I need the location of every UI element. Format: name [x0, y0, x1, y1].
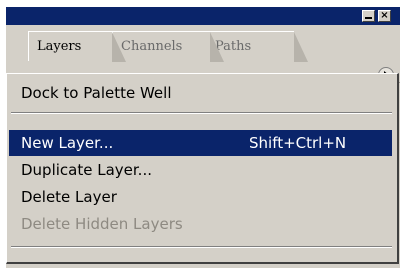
menu-item-label: Duplicate Layer...: [21, 161, 152, 179]
menu-item-new-layer[interactable]: New Layer... Shift+Ctrl+N: [9, 130, 392, 156]
menu-item-shortcut: Shift+Ctrl+N: [249, 134, 347, 152]
menu-separator: [11, 246, 392, 248]
menu-item-dock-to-palette-well[interactable]: Dock to Palette Well: [9, 80, 392, 106]
tab-channels-label: Channels: [121, 39, 183, 54]
tab-layers-label: Layers: [37, 39, 82, 54]
menu-item-delete-layer[interactable]: Delete Layer: [9, 184, 392, 210]
menu-item-label: Dock to Palette Well: [21, 84, 172, 102]
minimize-icon[interactable]: [362, 10, 375, 22]
menu-item-duplicate-layer[interactable]: Duplicate Layer...: [9, 157, 392, 183]
tab-channels[interactable]: Channels: [112, 31, 224, 62]
menu-item-label: Delete Layer: [21, 188, 117, 206]
palette-tabstrip: Paths Channels Layers: [6, 25, 400, 83]
menu-item-delete-hidden-layers: Delete Hidden Layers: [9, 211, 392, 237]
close-icon[interactable]: ×: [378, 10, 391, 22]
palette-popup-menu: Dock to Palette Well New Layer... Shift+…: [6, 73, 399, 264]
menu-item-label: New Layer...: [21, 134, 114, 152]
menu-item-label: Delete Hidden Layers: [21, 215, 183, 233]
menu-separator: [11, 112, 392, 114]
palette-titlebar[interactable]: ×: [6, 7, 400, 25]
tab-layers[interactable]: Layers: [28, 31, 126, 62]
